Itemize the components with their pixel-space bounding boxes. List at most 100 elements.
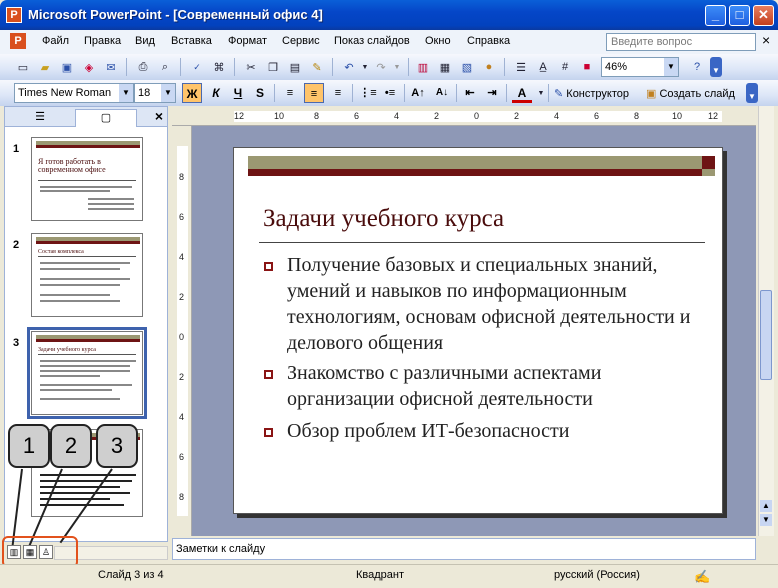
decrease-indent-icon[interactable]: ⇤ <box>460 83 480 103</box>
toolbar-options-icon[interactable]: ▼ <box>710 57 722 77</box>
tab-slides[interactable]: ▢ <box>75 109 137 127</box>
font-size-select[interactable]: 18 ▼ <box>134 83 176 103</box>
font-select[interactable]: Times New Roman ▼ <box>14 83 134 103</box>
panel-tabs: ☰ ▢ × <box>5 107 167 127</box>
permission-icon[interactable]: ◈ <box>80 58 98 76</box>
slide-thumbnail-2[interactable]: Состав комплекса <box>31 233 143 317</box>
menu-file[interactable]: Файл <box>42 35 69 47</box>
chevron-down-icon[interactable]: ▼ <box>161 84 175 102</box>
email-icon[interactable]: ✉ <box>102 58 120 76</box>
tables-borders-icon[interactable]: ▧ <box>458 58 476 76</box>
tab-outline[interactable]: ☰ <box>9 109 71 127</box>
designer-button[interactable]: ✎ Конструктор <box>554 87 629 100</box>
align-left-icon[interactable]: ≡ <box>280 83 300 103</box>
increase-indent-icon[interactable]: ⇥ <box>482 83 502 103</box>
redo-dropdown-icon[interactable]: ▼ <box>388 58 406 76</box>
bullet-square-icon <box>264 262 273 271</box>
close-button[interactable]: ✕ <box>753 5 774 26</box>
new-icon[interactable]: ▭ <box>14 58 32 76</box>
research-icon[interactable]: ⌘ <box>210 58 228 76</box>
bullets-icon[interactable]: •≡ <box>380 83 400 103</box>
thumb-text <box>40 262 130 264</box>
ruler-label: 4 <box>554 111 560 121</box>
save-icon[interactable]: ▣ <box>58 58 76 76</box>
print-preview-icon[interactable]: ⌕ <box>156 58 174 76</box>
increase-font-icon[interactable]: A↑ <box>408 83 428 103</box>
menu-tools[interactable]: Сервис <box>282 35 320 47</box>
menu-slideshow[interactable]: Показ слайдов <box>334 35 410 47</box>
copy-icon[interactable]: ❐ <box>264 58 282 76</box>
new-slide-button[interactable]: ▣ Создать слайд <box>646 87 735 100</box>
open-icon[interactable]: ▰ <box>36 58 54 76</box>
separator <box>506 84 507 102</box>
font-color-icon[interactable]: A <box>512 83 532 103</box>
slide-thumbnail-1[interactable]: Я готов работать в современном офисе <box>31 137 143 221</box>
current-slide[interactable]: Задачи учебного курса Получение базовых … <box>233 147 723 514</box>
numbering-icon[interactable]: ⋮≡ <box>358 83 378 103</box>
help-icon[interactable]: ? <box>688 58 706 76</box>
paste-icon[interactable]: ▤ <box>286 58 304 76</box>
toolbar-options-icon[interactable]: ▼ <box>746 83 758 103</box>
menu-help[interactable]: Справка <box>467 35 510 47</box>
menu-view[interactable]: Вид <box>135 35 155 47</box>
chevron-down-icon[interactable]: ▼ <box>664 58 678 76</box>
thumb-text <box>40 300 120 302</box>
minimize-button[interactable]: _ <box>705 5 726 26</box>
expand-all-icon[interactable]: ☰ <box>512 58 530 76</box>
thumb-title: Я готов работать в современном офисе <box>38 157 106 174</box>
separator <box>352 84 353 102</box>
slide-thumbnail-3[interactable]: Задачи учебного курса <box>27 327 147 419</box>
show-grid-icon[interactable]: # <box>556 58 574 76</box>
underline-button[interactable]: Ч <box>228 83 248 103</box>
bullet-text[interactable]: Знакомство с различными аспектами органи… <box>287 360 707 412</box>
menu-edit[interactable]: Правка <box>84 35 121 47</box>
color-grayscale-icon[interactable]: ■ <box>578 58 596 76</box>
chevron-down-icon[interactable]: ▼ <box>119 84 133 102</box>
spelling-icon[interactable]: ✓ <box>188 58 206 76</box>
separator <box>504 58 505 76</box>
callout-2: 2 <box>50 424 92 468</box>
slide-sorter-view-icon[interactable]: ▦ <box>23 545 37 559</box>
bullet-text[interactable]: Получение базовых и специальных знаний, … <box>287 252 707 356</box>
ruler-label: 8 <box>314 111 320 121</box>
italic-button[interactable]: К <box>206 83 226 103</box>
cut-icon[interactable]: ✂ <box>242 58 260 76</box>
format-painter-icon[interactable]: ✎ <box>308 58 326 76</box>
help-question-input[interactable]: Введите вопрос <box>606 33 756 51</box>
thumb-text <box>40 389 112 391</box>
normal-view-icon[interactable]: ▥ <box>7 545 21 559</box>
previous-slide-icon[interactable]: ▲ <box>760 500 772 512</box>
document-icon[interactable]: P <box>10 33 26 49</box>
separator <box>548 84 549 102</box>
font-value: Times New Roman <box>18 87 112 99</box>
separator <box>332 58 333 76</box>
slideshow-view-icon[interactable]: ♙ <box>39 545 53 559</box>
ruler-label: 6 <box>179 212 185 222</box>
next-slide-icon[interactable]: ▼ <box>760 514 772 526</box>
bullet-text[interactable]: Обзор проблем ИТ-безопасности <box>287 418 707 444</box>
print-icon[interactable]: ⎙ <box>134 58 152 76</box>
spelling-status-icon[interactable]: ✍ <box>694 569 710 585</box>
notes-pane[interactable]: Заметки к слайду <box>172 538 756 560</box>
close-panel-icon[interactable]: × <box>155 108 163 124</box>
menu-format[interactable]: Формат <box>228 35 267 47</box>
slide-title[interactable]: Задачи учебного курса <box>263 205 504 233</box>
close-document-icon[interactable]: × <box>762 32 770 48</box>
hyperlink-icon[interactable]: ● <box>480 58 498 76</box>
show-formatting-icon[interactable]: A̲ <box>534 58 552 76</box>
menu-insert[interactable]: Вставка <box>171 35 212 47</box>
shadow-button[interactable]: S <box>250 83 270 103</box>
table-icon[interactable]: ▦ <box>436 58 454 76</box>
zoom-select[interactable]: 46% ▼ <box>601 57 679 77</box>
chart-icon[interactable]: ▥ <box>414 58 432 76</box>
menu-window[interactable]: Окно <box>425 35 451 47</box>
align-center-icon[interactable]: ≡ <box>304 83 324 103</box>
main-scroll-thumb[interactable] <box>760 290 772 380</box>
maximize-button[interactable]: □ <box>729 5 750 26</box>
align-right-icon[interactable]: ≡ <box>328 83 348 103</box>
thumb-text <box>40 504 124 506</box>
font-size-value: 18 <box>138 87 151 99</box>
decrease-font-icon[interactable]: A↓ <box>432 83 452 103</box>
powerpoint-app-icon[interactable]: P <box>6 7 22 23</box>
bold-button[interactable]: Ж <box>182 83 202 103</box>
